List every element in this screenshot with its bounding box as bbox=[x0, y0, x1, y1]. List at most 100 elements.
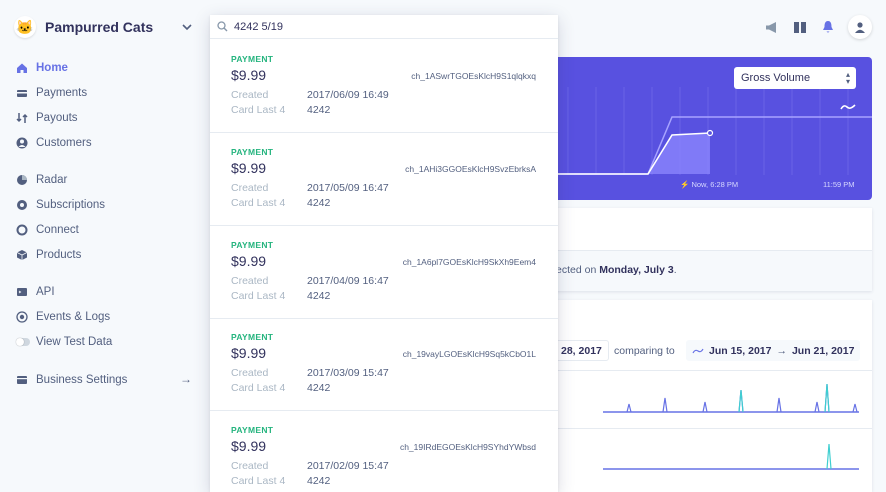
search-icon bbox=[217, 21, 228, 32]
card-label: Card Last 4 bbox=[231, 475, 286, 487]
sidebar-item-business-settings[interactable]: Business Settings bbox=[16, 367, 127, 392]
sidebar: 🐱 Pampurred Cats Home Payments Payouts C… bbox=[0, 0, 208, 492]
search-input[interactable] bbox=[234, 20, 534, 33]
search-result[interactable]: PAYMENT $9.99 ch_1A6pl7GOEsKlcH9SkXh9Eem… bbox=[210, 226, 558, 319]
card-value: 4242 bbox=[307, 197, 331, 209]
metric-select[interactable]: Gross Volume ▴ ▾ bbox=[734, 67, 856, 89]
result-amount: $9.99 bbox=[231, 253, 267, 269]
search-result[interactable]: PAYMENT $9.99 ch_1ASwrTGOEsKlcH9S1qlqkxq… bbox=[210, 40, 558, 133]
card-value: 4242 bbox=[307, 104, 331, 116]
megaphone-icon[interactable] bbox=[764, 19, 780, 35]
now-time-label: ⚡ Now, 6:28 PM bbox=[680, 180, 739, 189]
sidebar-item-label: Payouts bbox=[36, 111, 78, 124]
result-amount: $9.99 bbox=[231, 160, 267, 176]
sidebar-item-payments[interactable]: Payments bbox=[16, 80, 92, 105]
result-charge-id: ch_1AHi3GGOEsKlcH9SvzEbrksA bbox=[405, 164, 536, 174]
gross-volume-panel: Gross Volume ▴ ▾ ⚡ Now, 6:28 PM 11:59 PM bbox=[548, 57, 872, 200]
sidebar-item-label: Home bbox=[36, 61, 68, 74]
created-value: 2017/05/09 16:47 bbox=[307, 182, 389, 194]
nav-settings: Business Settings bbox=[16, 367, 127, 392]
sidebar-item-label: Connect bbox=[36, 223, 79, 236]
view-test-data-toggle[interactable]: View Test Data bbox=[16, 329, 112, 354]
trend-icon[interactable] bbox=[840, 98, 856, 116]
sidebar-item-label: Products bbox=[36, 248, 82, 261]
customers-icon bbox=[16, 137, 28, 149]
card-value: 4242 bbox=[307, 475, 331, 487]
brand-logo: 🐱 bbox=[14, 16, 36, 38]
card-label: Card Last 4 bbox=[231, 104, 286, 116]
sidebar-item-label: Radar bbox=[36, 173, 68, 186]
result-amount: $9.99 bbox=[231, 438, 267, 454]
created-label: Created bbox=[231, 275, 269, 287]
card-label: Card Last 4 bbox=[231, 197, 286, 209]
notice-text: ected on Monday, July 3. bbox=[556, 264, 677, 276]
sidebar-item-label: Events & Logs bbox=[36, 310, 111, 323]
sidebar-item-payouts[interactable]: Payouts bbox=[16, 105, 92, 130]
created-value: 2017/02/09 15:47 bbox=[307, 460, 389, 472]
sidebar-item-label: Payments bbox=[36, 86, 88, 99]
sidebar-item-label: View Test Data bbox=[36, 335, 113, 348]
sidebar-item-products[interactable]: Products bbox=[16, 242, 105, 267]
book-icon[interactable] bbox=[792, 19, 808, 35]
sidebar-item-label: Subscriptions bbox=[36, 198, 106, 211]
products-icon bbox=[16, 249, 28, 261]
sparkline-2 bbox=[603, 443, 859, 470]
events-icon bbox=[16, 310, 28, 323]
divider bbox=[548, 370, 872, 371]
card-value: 4242 bbox=[307, 290, 331, 302]
sidebar-item-connect[interactable]: Connect bbox=[16, 217, 105, 242]
metric-select-value: Gross Volume bbox=[741, 72, 811, 84]
result-charge-id: ch_1ASwrTGOEsKlcH9S1qlqkxq bbox=[411, 71, 536, 81]
created-value: 2017/06/09 16:49 bbox=[307, 89, 389, 101]
payouts-icon bbox=[16, 112, 28, 124]
search-dropdown: PAYMENT $9.99 ch_1ASwrTGOEsKlcH9S1qlqkxq… bbox=[210, 15, 558, 492]
result-type: PAYMENT bbox=[231, 240, 274, 250]
account-avatar[interactable] bbox=[848, 15, 872, 39]
comparing-label: comparing to bbox=[614, 345, 675, 357]
account-switcher[interactable]: 🐱 Pampurred Cats bbox=[14, 16, 194, 38]
created-value: 2017/03/09 15:47 bbox=[307, 367, 389, 379]
search-result[interactable]: PAYMENT $9.99 ch_19vayLGOEsKlcH9Sq5kCbO1… bbox=[210, 318, 558, 411]
subscriptions-icon bbox=[16, 199, 28, 211]
payout-notice-card: ected on Monday, July 3. bbox=[548, 208, 872, 291]
home-icon bbox=[16, 62, 28, 74]
card-label: Card Last 4 bbox=[231, 382, 286, 394]
sidebar-item-customers[interactable]: Customers bbox=[16, 130, 92, 155]
sidebar-item-home[interactable]: Home bbox=[16, 55, 92, 80]
date-range-picker[interactable]: 28, 2017 bbox=[554, 340, 609, 361]
search-result[interactable]: PAYMENT $9.99 ch_1AHi3GGOEsKlcH9SvzEbrks… bbox=[210, 133, 558, 226]
comparison-card: 28, 2017 comparing to Jun 15, 2017 → Jun… bbox=[548, 300, 872, 492]
result-type: PAYMENT bbox=[231, 425, 274, 435]
chevron-down-icon bbox=[182, 24, 192, 31]
sidebar-item-subscriptions[interactable]: Subscriptions bbox=[16, 192, 105, 217]
divider bbox=[548, 428, 872, 429]
range-end: Jun 21, 2017 bbox=[791, 344, 855, 357]
result-type: PAYMENT bbox=[231, 332, 274, 342]
end-time-label: 11:59 PM bbox=[823, 180, 855, 189]
created-label: Created bbox=[231, 367, 269, 379]
sidebar-item-events-logs[interactable]: Events & Logs bbox=[16, 304, 112, 329]
arrow-right-icon[interactable]: → bbox=[180, 372, 192, 386]
comparison-range[interactable]: Jun 15, 2017 → Jun 21, 2017 bbox=[686, 340, 861, 361]
payments-icon bbox=[16, 87, 28, 99]
sidebar-item-radar[interactable]: Radar bbox=[16, 167, 105, 192]
card-label: Card Last 4 bbox=[231, 290, 286, 302]
nav-products: Radar Subscriptions Connect Products bbox=[16, 167, 105, 267]
sidebar-item-api[interactable]: API bbox=[16, 279, 112, 304]
result-charge-id: ch_19vayLGOEsKlcH9Sq5kCbO1L bbox=[402, 349, 536, 359]
bell-icon[interactable] bbox=[820, 19, 836, 35]
select-arrows-icon: ▴ ▾ bbox=[845, 70, 850, 86]
result-type: PAYMENT bbox=[231, 147, 274, 157]
search-result[interactable]: PAYMENT $9.99 ch_19IRdEGOEsKlcH9SYhdYWbs… bbox=[210, 411, 558, 492]
created-label: Created bbox=[231, 89, 269, 101]
created-value: 2017/04/09 16:47 bbox=[307, 275, 389, 287]
result-charge-id: ch_19IRdEGOEsKlcH9SYhdYWbsd bbox=[399, 442, 536, 452]
radar-icon bbox=[16, 174, 28, 186]
api-icon bbox=[16, 286, 28, 298]
created-label: Created bbox=[231, 182, 269, 194]
toggle-switch[interactable] bbox=[16, 337, 30, 346]
arrow-right-icon: → bbox=[776, 344, 787, 357]
header-actions bbox=[764, 15, 872, 39]
sidebar-item-label: API bbox=[36, 285, 55, 298]
sidebar-item-label: Business Settings bbox=[36, 373, 128, 386]
